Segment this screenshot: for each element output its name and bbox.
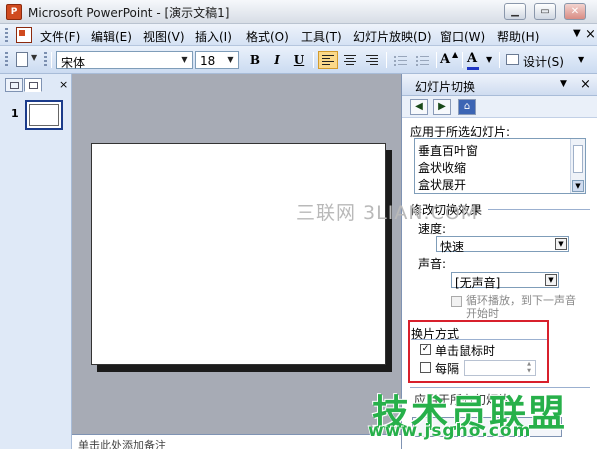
on-mouse-click-label: 单击鼠标时 [435, 344, 496, 358]
toolbar-grip[interactable] [5, 52, 8, 68]
forward-icon[interactable]: ▶ [433, 99, 451, 115]
menu-window[interactable]: 窗口(W) [440, 28, 485, 45]
design-icon[interactable] [506, 54, 519, 65]
font-color-icon[interactable]: A [467, 51, 477, 66]
list-item[interactable]: 盒状收缩 [418, 159, 466, 176]
underline-button[interactable]: U [289, 51, 309, 69]
bold-button[interactable]: B [245, 51, 265, 69]
font-size-combo[interactable]: 18 ▼ [195, 51, 239, 69]
menu-tools[interactable]: 工具(T) [301, 28, 342, 45]
new-document-icon[interactable] [16, 52, 28, 67]
speed-value: 快速 [440, 240, 465, 254]
align-center-button[interactable] [340, 51, 360, 69]
section-divider [488, 209, 590, 210]
toolbar-separator [436, 52, 437, 68]
list-item[interactable]: 垂直百叶窗 [418, 142, 478, 159]
loop-sound-label-2: 开始时 [466, 307, 499, 320]
slide-editing-area[interactable] [72, 74, 401, 434]
notes-placeholder: 单击此处添加备注 [78, 439, 166, 449]
menu-edit[interactable]: 编辑(E) [91, 28, 132, 45]
list-item[interactable]: 盒状展开 [418, 176, 466, 193]
spin-down-icon[interactable]: ▼ [523, 368, 535, 375]
task-pane-nav: ◀ ▶ ⌂ [402, 96, 597, 118]
document-close-icon[interactable]: × [585, 27, 596, 42]
align-left-button[interactable] [318, 51, 338, 69]
menu-format[interactable]: 格式(O) [246, 28, 289, 45]
toolbar-options-icon[interactable]: ▼ [578, 55, 584, 64]
menu-help[interactable]: 帮助(H) [497, 28, 539, 45]
new-dropdown-icon[interactable]: ▼ [31, 53, 37, 62]
menu-bar: 文件(F) 编辑(E) 视图(V) 插入(I) 格式(O) 工具(T) 幻灯片放… [0, 24, 597, 46]
sound-label: 声音: [418, 257, 447, 271]
font-name-combo[interactable]: 宋体 ▼ [56, 51, 193, 70]
watermark-url: www.jsgho.com [368, 421, 532, 441]
menu-grip[interactable] [5, 28, 8, 42]
menu-view[interactable]: 视图(V) [143, 28, 185, 45]
loop-sound-checkbox[interactable] [451, 296, 462, 307]
task-pane-menu-icon[interactable]: ▼ [560, 79, 567, 89]
window-title: Microsoft PowerPoint - [演示文稿1] [28, 6, 230, 20]
font-name-dropdown-icon[interactable]: ▼ [178, 53, 191, 67]
home-icon[interactable]: ⌂ [458, 99, 476, 115]
auto-advance-time-input[interactable]: ▲ ▼ [464, 360, 536, 376]
spin-up-icon[interactable]: ▲ [523, 361, 535, 368]
toolbar-separator [462, 52, 463, 68]
auto-advance-checkbox[interactable] [420, 362, 431, 373]
font-color-dropdown-icon[interactable]: ▼ [486, 55, 492, 64]
transition-list-scrollbar[interactable]: ▼ [570, 139, 585, 193]
menu-file[interactable]: 文件(F) [40, 28, 80, 45]
slide-thumbnail[interactable] [25, 100, 63, 130]
speed-select[interactable]: 快速 ▼ [436, 236, 569, 254]
sound-dropdown-icon[interactable]: ▼ [545, 274, 557, 286]
notes-pane[interactable]: 单击此处添加备注 [72, 434, 401, 449]
pane-close-icon[interactable]: × [59, 78, 68, 91]
speed-dropdown-icon[interactable]: ▼ [555, 238, 567, 250]
task-pane-title: 幻灯片切换 [415, 80, 476, 94]
increase-arrow-icon: ▲ [452, 50, 459, 59]
scrollbar-thumb[interactable] [573, 145, 583, 173]
toolbar-separator [386, 52, 387, 68]
menu-insert[interactable]: 插入(I) [195, 28, 232, 45]
close-button[interactable]: ✕ [564, 3, 586, 20]
section-divider [411, 339, 547, 340]
auto-advance-label: 每隔 [435, 362, 460, 376]
increase-font-size-icon[interactable]: A [440, 52, 450, 67]
minimize-button[interactable]: ▁ [504, 3, 526, 20]
transition-list[interactable]: 垂直百叶窗 盒状收缩 盒状展开 ▼ [414, 138, 586, 194]
toolbar-grip-2[interactable] [44, 52, 47, 68]
toolbar-separator [51, 52, 52, 68]
bullet-list-icon[interactable] [413, 51, 433, 69]
design-button[interactable]: 设计(S) [523, 53, 564, 70]
outline-tab[interactable] [5, 78, 23, 92]
powerpoint-app-icon[interactable]: P [6, 4, 22, 20]
numbered-list-icon[interactable] [391, 51, 411, 69]
back-icon[interactable]: ◀ [410, 99, 428, 115]
task-pane-header: 幻灯片切换 ▼ × [402, 74, 597, 96]
slide-canvas[interactable] [91, 143, 386, 365]
formatting-toolbar: ▼ 宋体 ▼ 18 ▼ B I U A ▲ A ▼ 设计(S) ▼ [0, 46, 597, 74]
on-mouse-click-checkbox[interactable]: ✓ [420, 344, 431, 355]
document-icon[interactable] [16, 27, 32, 43]
watermark-text: 三联网 3LIAN.COM [296, 202, 479, 224]
font-size-value: 18 [200, 54, 216, 68]
sound-value: [无声音] [455, 276, 501, 290]
scroll-down-icon[interactable]: ▼ [572, 180, 584, 192]
sound-select[interactable]: [无声音] ▼ [451, 272, 559, 290]
slides-pane: × 1 [0, 74, 72, 449]
font-size-dropdown-icon[interactable]: ▼ [224, 53, 237, 67]
toolbar-separator [499, 52, 500, 68]
font-name-value: 宋体 [61, 56, 86, 70]
align-right-button[interactable] [362, 51, 382, 69]
toolbar-separator [313, 52, 314, 68]
menu-slideshow[interactable]: 幻灯片放映(D) [353, 28, 432, 45]
slides-tab[interactable] [24, 78, 42, 92]
title-bar: P Microsoft PowerPoint - [演示文稿1] ▁ ▭ ✕ [0, 0, 597, 24]
restore-button[interactable]: ▭ [534, 3, 556, 20]
font-color-swatch [467, 67, 479, 70]
slide-number: 1 [11, 107, 19, 120]
help-dropdown-icon[interactable]: ▼ [573, 28, 581, 39]
italic-button[interactable]: I [267, 51, 287, 69]
task-pane-close-icon[interactable]: × [580, 77, 591, 92]
